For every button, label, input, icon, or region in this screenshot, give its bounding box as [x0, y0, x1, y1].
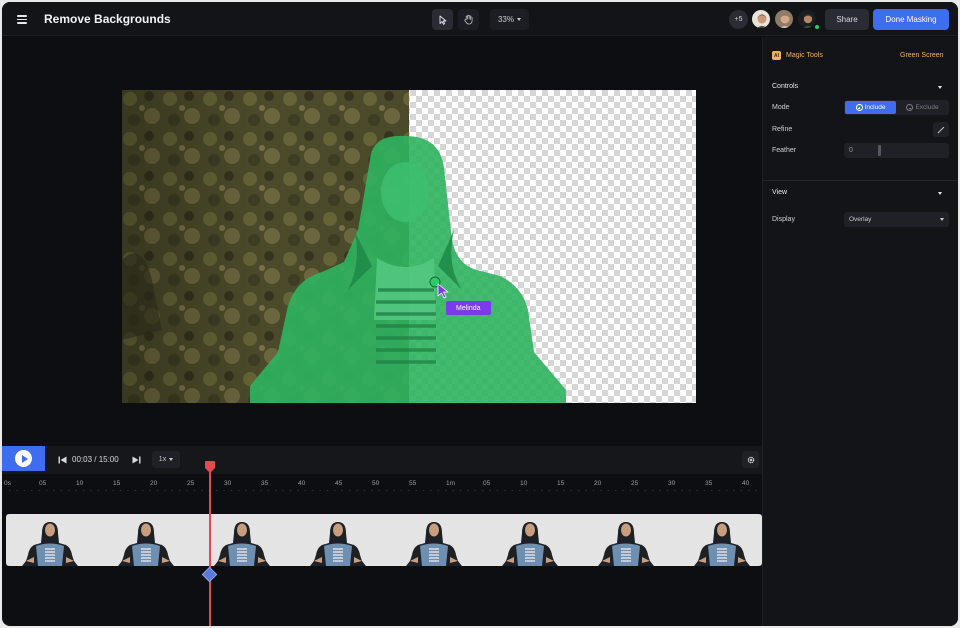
divider — [762, 180, 958, 181]
feather-slider-handle[interactable] — [878, 145, 881, 156]
zoom-value: 33% — [497, 15, 514, 24]
feather-slider[interactable]: 0 — [844, 143, 949, 158]
video-preview[interactable] — [122, 90, 696, 403]
top-bar: Remove Backgrounds 33% +5 Share Done Mas… — [2, 2, 958, 36]
video-track[interactable] — [6, 514, 762, 566]
ruler-tick-label: 40 — [298, 480, 306, 487]
controls-section-title[interactable]: Controls — [772, 83, 798, 90]
track-thumbnail — [22, 519, 78, 566]
avatar[interactable] — [774, 9, 794, 29]
pointer-icon — [439, 15, 446, 25]
mode-exclude-label: Exclude — [915, 104, 939, 111]
ruler-tick-label: 30 — [668, 480, 676, 487]
magic-tools-icon: AI — [772, 51, 781, 60]
ruler-tick-label: 30 — [224, 480, 232, 487]
ruler-tick-label: 15 — [557, 480, 565, 487]
chevron-down-icon[interactable] — [938, 86, 942, 89]
playhead-handle[interactable] — [205, 461, 215, 473]
skip-forward-icon[interactable] — [132, 456, 141, 464]
play-icon — [21, 454, 28, 463]
mode-include-label: Include — [864, 104, 886, 111]
refine-button[interactable] — [933, 122, 949, 137]
ruler-tick-label: 35 — [261, 480, 269, 487]
chevron-down-icon — [169, 458, 174, 461]
zoom-select[interactable]: 33% — [490, 9, 529, 30]
ruler-tick-label: 20 — [150, 480, 158, 487]
brush-icon — [937, 126, 945, 133]
mode-label: Mode — [772, 104, 790, 111]
avatar[interactable] — [751, 9, 771, 29]
display-value: Overlay — [849, 216, 872, 223]
ruler-tick-label: 05 — [483, 480, 491, 487]
page-title: Remove Backgrounds — [44, 12, 171, 26]
hand-icon — [464, 14, 473, 25]
ruler-tick-label: 45 — [335, 480, 343, 487]
track-thumbnail — [694, 519, 750, 566]
skip-back-icon[interactable] — [58, 456, 67, 464]
ruler-tick-label: 05 — [39, 480, 47, 487]
transport-bar: 00:03 / 15:00 1x — [2, 446, 762, 474]
timeline-settings-button[interactable] — [742, 451, 759, 468]
ruler-tick-label: 20 — [594, 480, 602, 487]
ruler-tick-label: 50 — [372, 480, 380, 487]
feather-label: Feather — [772, 147, 797, 154]
track-thumbnail — [214, 519, 270, 566]
ruler-tick-label: 25 — [631, 480, 639, 487]
mode-segmented-control: Include Exclude — [844, 100, 949, 115]
tool-name[interactable]: Magic Tools — [786, 52, 823, 59]
refine-label: Refine — [772, 126, 793, 133]
track-thumbnail — [406, 519, 462, 566]
preset-label[interactable]: Green Screen — [900, 52, 944, 59]
canvas-area[interactable]: Melinda — [2, 37, 762, 445]
playhead[interactable] — [209, 465, 211, 626]
plus-circle-icon — [855, 104, 863, 111]
track-thumbnail — [118, 519, 174, 566]
track-thumbnail — [310, 519, 366, 566]
ruler-tick-label: 55 — [409, 480, 417, 487]
chevron-down-icon — [517, 18, 521, 21]
ruler-tick-label: 15 — [113, 480, 121, 487]
minus-circle-icon — [906, 104, 914, 111]
play-button[interactable] — [2, 446, 45, 471]
mode-exclude-option[interactable]: Exclude — [897, 101, 948, 114]
ruler-tick-label: 1m — [446, 480, 456, 487]
chevron-down-icon[interactable] — [938, 192, 942, 195]
ruler-ticks — [6, 490, 762, 491]
display-select[interactable]: Overlay — [844, 212, 949, 227]
ruler-tick-label: 35 — [705, 480, 713, 487]
ruler-tick-label: 10 — [76, 480, 84, 487]
hand-tool-button[interactable] — [458, 9, 479, 30]
track-thumbnail — [598, 519, 654, 566]
ruler-tick-label: 40 — [742, 480, 750, 487]
gear-icon — [747, 456, 754, 463]
time-display: 00:03 / 15:00 — [72, 455, 119, 464]
chevron-down-icon — [940, 218, 944, 221]
app-window: Remove Backgrounds 33% +5 Share Done Mas… — [2, 2, 958, 626]
menu-icon[interactable] — [16, 12, 30, 26]
select-tool-button[interactable] — [432, 9, 453, 30]
collaborator-cursor-label: Melinda — [446, 301, 491, 315]
view-section-title[interactable]: View — [772, 189, 787, 196]
speed-select[interactable]: 1x — [152, 451, 180, 468]
ruler-tick-label: 10 — [520, 480, 528, 487]
speed-value: 1x — [158, 456, 167, 463]
timeline-ruler[interactable]: 0s 05 10 15 20 25 30 35 40 45 50 55 1m 05 10 15 20 25 30 35… — [2, 474, 762, 498]
track-thumbnail — [502, 519, 558, 566]
display-label: Display — [772, 216, 795, 223]
share-button[interactable]: Share — [825, 9, 869, 30]
ruler-tick-label: 25 — [187, 480, 195, 487]
done-masking-button[interactable]: Done Masking — [873, 9, 949, 30]
ruler-tick-label: 0s — [4, 480, 11, 487]
keyframe-marker[interactable] — [201, 566, 218, 583]
more-collaborators-badge[interactable]: +5 — [729, 10, 748, 29]
online-status-icon — [814, 24, 820, 30]
mode-include-option[interactable]: Include — [845, 101, 896, 114]
